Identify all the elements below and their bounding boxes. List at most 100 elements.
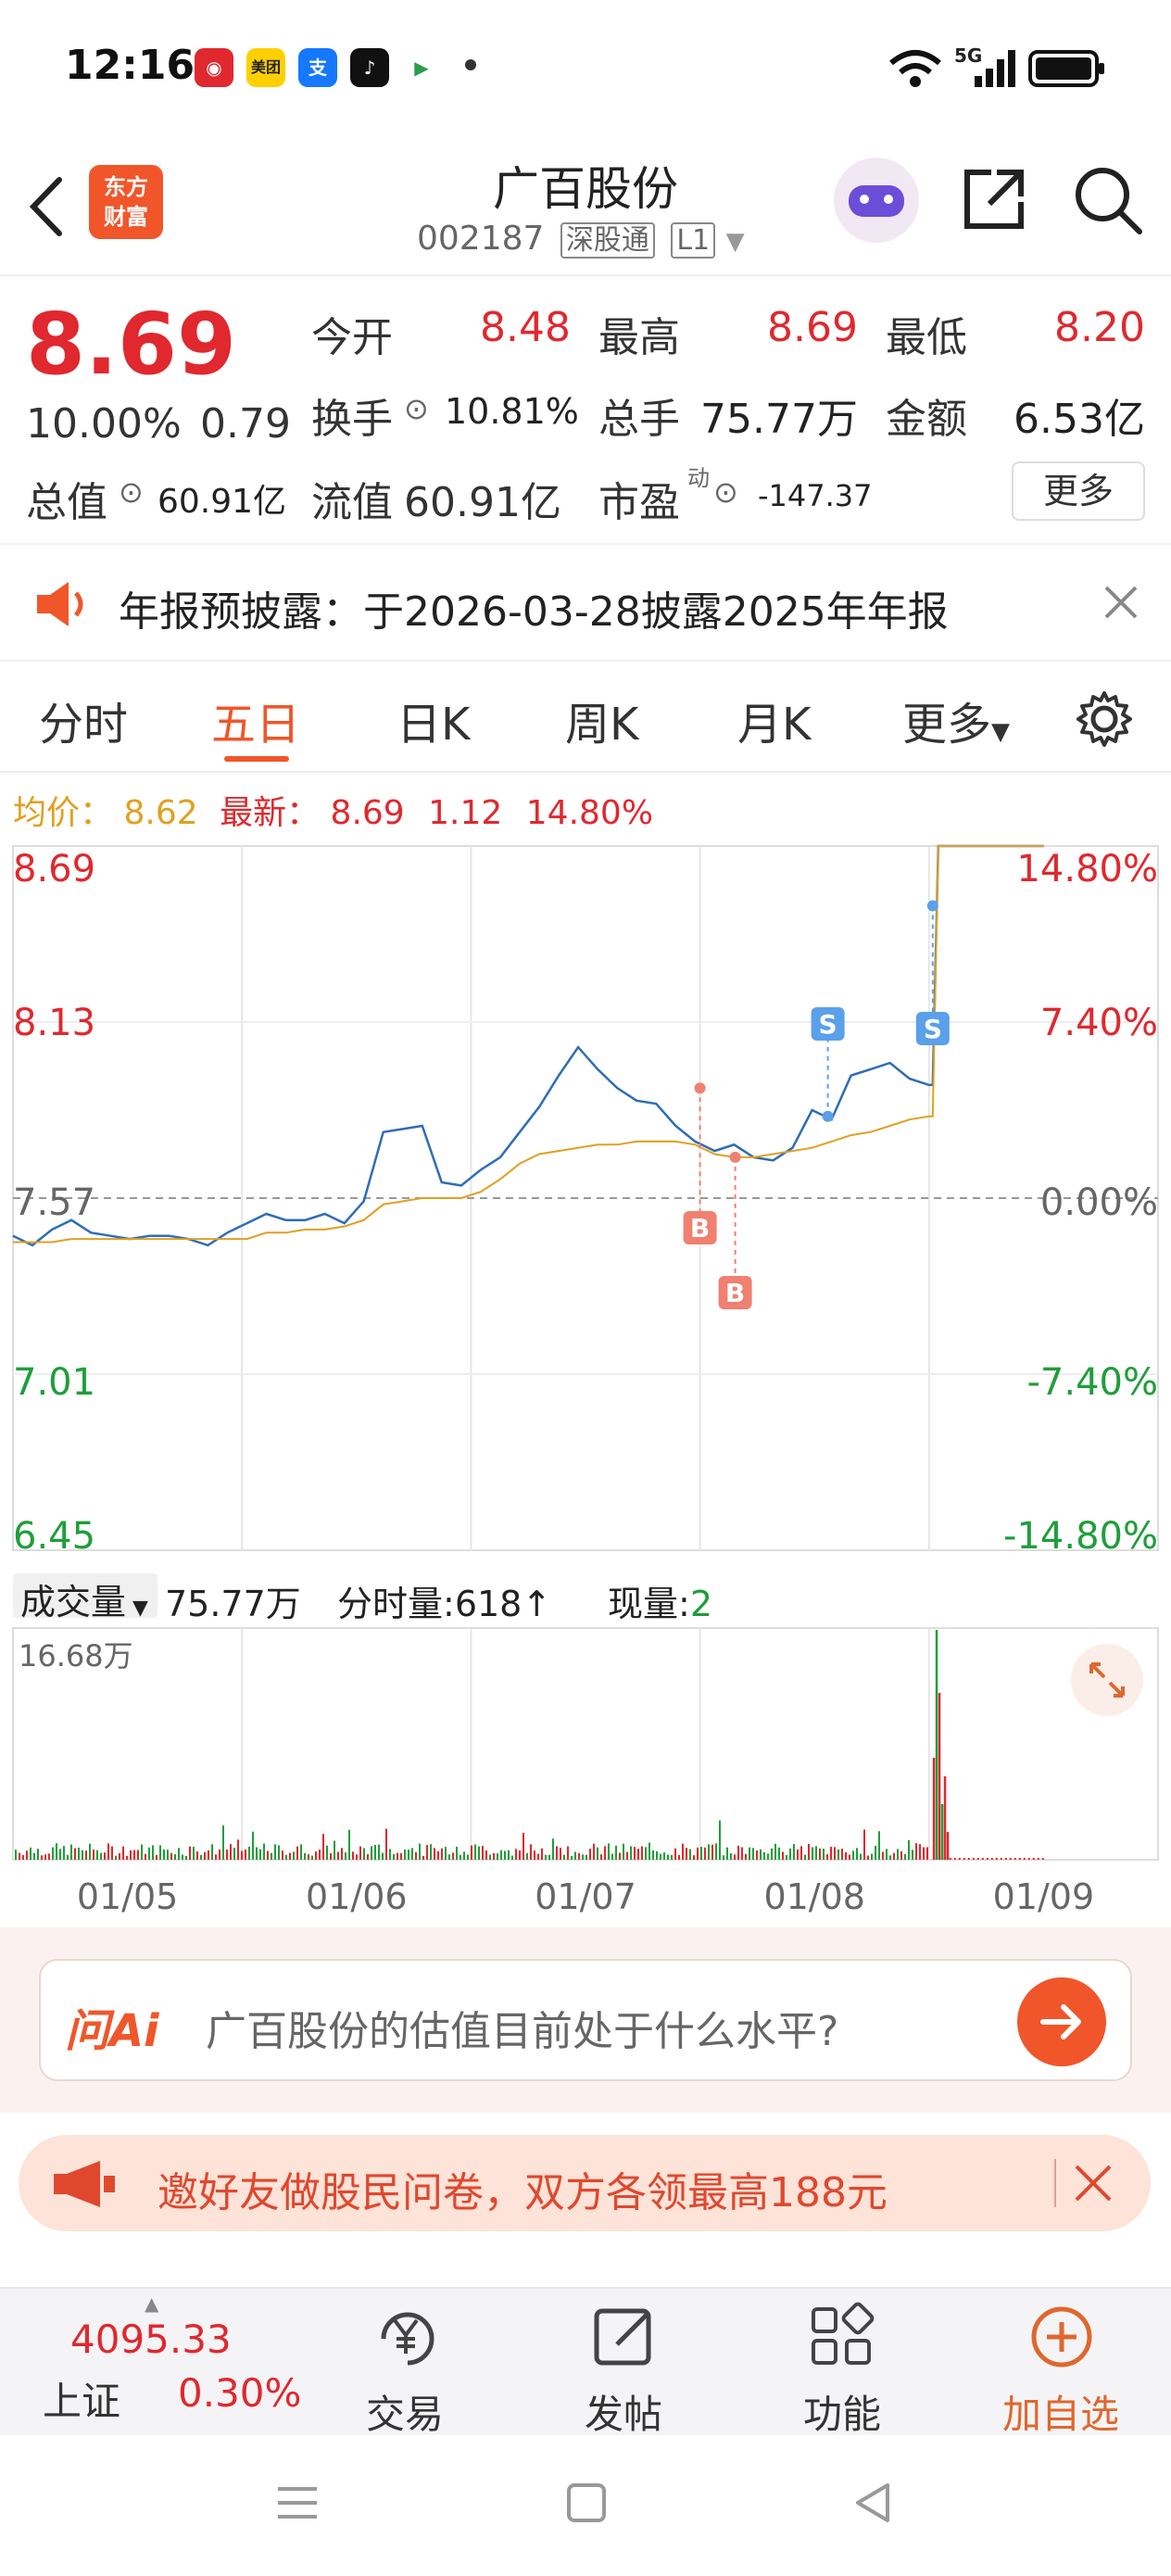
volume-bar — [348, 1829, 350, 1860]
volume-bar — [178, 1848, 180, 1860]
volume-bar — [437, 1850, 439, 1860]
nav-add-watchlist[interactable]: 加自选 — [991, 2289, 1130, 2437]
more-quote-button[interactable]: 更多 — [1012, 461, 1145, 521]
back-icon[interactable] — [850, 2480, 897, 2526]
volume-bar — [734, 1854, 736, 1860]
x-axis-tick: 01/09 — [993, 1876, 1095, 1917]
volume-bar — [137, 1850, 139, 1860]
volume-bar — [89, 1843, 91, 1860]
promo-banner[interactable]: 邀好友做股民问卷，双方各领最高188元 — [19, 2135, 1151, 2231]
volume-bar — [193, 1846, 195, 1860]
volume-bar — [263, 1843, 265, 1860]
volume-bar — [126, 1855, 128, 1860]
tab-intraday[interactable]: 分时 — [39, 688, 128, 752]
turnover-value: 10.81% — [445, 391, 579, 432]
index-quote[interactable]: ▲ 4095.33 上证 0.30% — [26, 2289, 304, 2437]
volume-bar — [867, 1855, 869, 1860]
volume-bar — [767, 1853, 769, 1860]
volume-bar — [111, 1846, 113, 1860]
market-cap-info-icon[interactable]: ⊙ — [119, 474, 144, 510]
volume-bar — [441, 1848, 443, 1860]
price-chart-svg[interactable]: B B S S — [0, 839, 1171, 1561]
menu-icon[interactable] — [274, 2480, 321, 2526]
tab-five-day[interactable]: 五日 — [211, 688, 300, 752]
volume-bar — [823, 1849, 825, 1860]
volume-bar — [552, 1838, 554, 1860]
volume-bar — [1032, 1858, 1035, 1860]
share-icon[interactable] — [960, 165, 1028, 234]
volume-bar — [478, 1846, 480, 1860]
tab-more[interactable]: 更多▼ — [902, 688, 1010, 752]
y-left-tick-2: 7.57 — [13, 1181, 96, 1224]
stock-code: 002187 — [417, 220, 545, 258]
current-price: 8.69 — [26, 295, 236, 394]
volume-bar — [897, 1849, 899, 1860]
promo-close-icon[interactable] — [1073, 2163, 1114, 2203]
y-left-tick-4: 6.45 — [13, 1515, 96, 1558]
tab-monthly-k[interactable]: 月K — [737, 688, 811, 752]
volume-dropdown-icon: ▼ — [126, 1597, 148, 1620]
volume-bar — [697, 1847, 699, 1860]
renren-icon: ▶ — [402, 48, 441, 87]
tab-daily-k[interactable]: 日K — [397, 688, 470, 752]
volume-bar — [674, 1848, 676, 1860]
settings-gear-icon[interactable] — [1075, 689, 1134, 749]
ai-question-box[interactable]: 问Ai 广百股份的估值目前处于什么水平? — [39, 1959, 1132, 2081]
avg-price-value: 8.62 — [123, 794, 198, 832]
volume-bar — [671, 1855, 673, 1860]
volume-bar — [237, 1839, 239, 1860]
volume-bar — [374, 1844, 376, 1860]
quote-panel: 8.69 10.00% 0.79 今开 8.48 最高 8.69 最低 8.20… — [0, 276, 1171, 545]
volume-bar — [319, 1850, 321, 1860]
sell-marker-label: S — [819, 1009, 837, 1040]
volume-bar — [419, 1843, 421, 1860]
volume-bar — [856, 1848, 858, 1860]
expand-chart-button[interactable] — [1071, 1644, 1143, 1716]
stock-code-row[interactable]: 002187 深股通 L1 ▼ — [417, 217, 745, 259]
volume-bar — [378, 1844, 380, 1860]
volume-bar — [119, 1852, 120, 1860]
expand-icon — [1089, 1662, 1125, 1698]
volume-bar — [1000, 1858, 1002, 1860]
pe-info-icon[interactable]: ⊙ — [713, 474, 738, 510]
volume-bar — [976, 1858, 979, 1860]
volume-bar — [946, 1832, 950, 1860]
y-right-tick-0: 14.80% — [1016, 848, 1158, 890]
volume-bar — [623, 1843, 624, 1860]
volume-bar — [322, 1834, 324, 1860]
megaphone-icon — [54, 2161, 115, 2207]
x-axis-tick: 01/07 — [535, 1876, 636, 1917]
volume-bar — [786, 1855, 787, 1860]
announcement-bar[interactable]: 年报预披露：于2026-03-28披露2025年年报 — [0, 547, 1171, 662]
nav-post[interactable]: 发帖 — [554, 2289, 693, 2437]
volume-bar — [304, 1852, 306, 1860]
nav-trade[interactable]: 交易 — [335, 2289, 474, 2437]
robot-assistant-icon[interactable] — [834, 158, 919, 243]
volume-bar — [245, 1849, 246, 1860]
tab-weekly-k[interactable]: 周K — [565, 688, 638, 752]
high-label: 最高 — [598, 314, 680, 361]
volume-bar — [485, 1850, 487, 1860]
volume-bar — [311, 1855, 313, 1860]
nav-functions[interactable]: 功能 — [773, 2289, 912, 2437]
turnover-info-icon[interactable]: ⊙ — [404, 391, 429, 426]
volume-bar — [452, 1852, 454, 1860]
volume-bar — [359, 1846, 361, 1860]
close-icon[interactable] — [1102, 584, 1140, 621]
volume-bar — [663, 1852, 665, 1860]
volume-bar — [526, 1852, 528, 1860]
ai-send-button[interactable] — [1017, 1977, 1106, 2066]
volume-bar — [1027, 1858, 1030, 1860]
volume-chart-svg[interactable] — [0, 1626, 1171, 1886]
volume-selector[interactable]: 成交量 ▼ — [13, 1573, 157, 1623]
home-icon[interactable] — [563, 2480, 610, 2526]
volume-bar — [1014, 1858, 1016, 1860]
active-tab-indicator — [224, 756, 289, 762]
volume-bar — [330, 1853, 332, 1860]
search-icon[interactable] — [1071, 163, 1145, 237]
volume-bar — [774, 1843, 776, 1860]
volume-bar — [430, 1844, 432, 1860]
x-axis: 01/05 01/06 01/07 01/08 01/09 — [77, 1876, 1095, 1917]
bottom-navigation: ▲ 4095.33 上证 0.30% 交易 发帖 功能 加自选 — [0, 2287, 1171, 2437]
volume-bar — [367, 1854, 369, 1860]
